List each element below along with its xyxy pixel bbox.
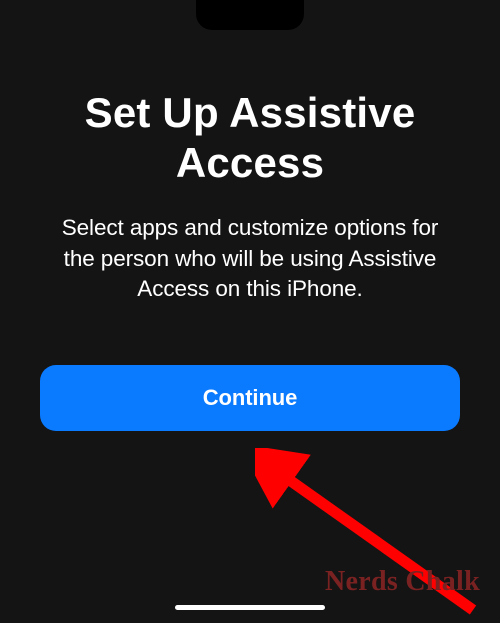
- page-description: Select apps and customize options for th…: [38, 213, 462, 305]
- home-indicator: [175, 605, 325, 610]
- page-title: Set Up Assistive Access: [38, 88, 462, 187]
- continue-button[interactable]: Continue: [40, 365, 460, 431]
- watermark: Nerds Chalk: [325, 566, 480, 598]
- onboarding-content: Set Up Assistive Access Select apps and …: [0, 0, 500, 431]
- device-notch: [196, 0, 304, 30]
